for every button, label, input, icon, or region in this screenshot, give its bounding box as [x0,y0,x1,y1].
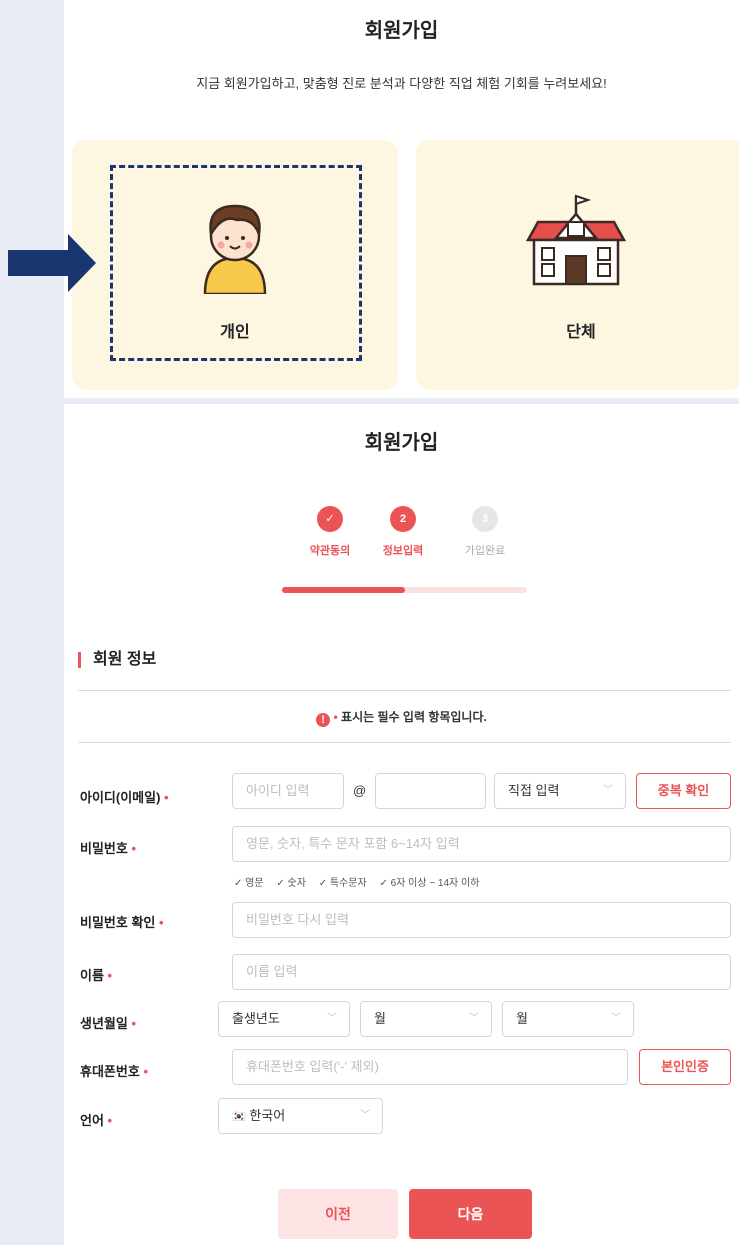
signup-form-panel: 회원가입 ✓ 약관동의 2 정보입력 3 가입완료 회원 정보 ! • 표시는 … [64,404,739,1245]
member-type-panel: 회원가입 지금 회원가입하고, 맞춤형 진로 분석과 다양한 직업 체험 기회를… [64,0,739,398]
prev-button[interactable]: 이전 [278,1189,398,1239]
email-domain-input[interactable] [375,773,486,809]
rule-digits: ✓ 숫자 [276,878,306,889]
chevron-down-icon: ﹀ [327,1013,337,1024]
id-label: 아이디(이메일) • [80,790,169,805]
birthdate-label: 생년월일 • [80,1016,137,1031]
korea-flag-icon: 🇰🇷 [232,1111,246,1123]
at-sign: @ [353,783,367,798]
selection-highlight-box [110,165,362,361]
required-notice: ! • 표시는 필수 입력 항목입니다. [64,708,739,727]
chevron-down-icon: ﹀ [469,1013,479,1024]
section-title: 회원 정보 [78,652,156,668]
progress-fill [282,587,405,593]
warning-icon: ! [316,713,331,727]
language-select[interactable]: 🇰🇷 한국어 ﹀ [218,1098,383,1134]
password-input[interactable]: 영문, 숫자, 특수 문자 포함 6~14자 입력 [232,826,731,862]
step-label: 약관동의 [309,545,351,557]
identity-verify-button[interactable]: 본인인증 [639,1049,731,1085]
birth-day-select[interactable]: 월 ﹀ [502,1001,634,1037]
step-number: 3 [472,506,498,532]
step-label: 가입완료 [464,545,506,557]
notice-text: 표시는 필수 입력 항목입니다. [341,710,487,724]
chevron-down-icon: ﹀ [360,1110,370,1121]
password-confirm-input[interactable]: 비밀번호 다시 입력 [232,902,731,938]
birth-year-select[interactable]: 출생년도 ﹀ [218,1001,350,1037]
chevron-down-icon: ﹀ [611,1013,621,1024]
next-button[interactable]: 다음 [409,1189,532,1239]
language-label: 언어 • [80,1113,113,1128]
group-card-label: 단체 [566,324,596,341]
birth-month-select[interactable]: 월 ﹀ [360,1001,492,1037]
phone-input[interactable]: 휴대폰번호 입력('-' 제외) [232,1049,628,1085]
page-subtitle: 지금 회원가입하고, 맞춤형 진로 분석과 다양한 직업 체험 기회를 누려보세… [196,76,607,91]
required-mark: • [333,710,338,724]
chevron-down-icon: ﹀ [603,785,613,796]
form-title: 회원가입 [364,432,439,454]
page-title: 회원가입 [364,20,439,42]
id-input[interactable]: 아이디 입력 [232,773,344,809]
school-building-icon [525,194,627,286]
name-label: 이름 • [80,968,113,983]
password-label: 비밀번호 • [80,841,137,856]
pointer-arrow-icon [8,234,96,292]
rule-letters: ✓ 영문 [234,878,264,889]
step-terms: ✓ 약관동의 [290,506,370,558]
step-number: 2 [390,506,416,532]
divider [78,742,731,743]
step-info: 2 정보입력 [363,506,443,558]
phone-label: 휴대폰번호 • [80,1064,148,1079]
step-check-icon: ✓ [317,506,343,532]
email-domain-select[interactable]: 직접 입력 ﹀ [494,773,626,809]
group-member-card[interactable]: 단체 [416,140,739,390]
step-label: 정보입력 [382,545,424,557]
rule-length: ✓ 6자 이상 ~ 14자 이하 [379,878,480,889]
divider [78,690,731,691]
password-rules: ✓ 영문 ✓ 숫자 ✓ 특수문자 ✓ 6자 이상 ~ 14자 이하 [234,874,489,889]
rule-special: ✓ 특수문자 [318,878,367,889]
progress-bar [282,587,527,593]
name-input[interactable]: 이름 입력 [232,954,731,990]
password-confirm-label: 비밀번호 확인 • [80,915,164,930]
duplicate-check-button[interactable]: 중복 확인 [636,773,731,809]
step-complete: 3 가입완료 [445,506,525,558]
